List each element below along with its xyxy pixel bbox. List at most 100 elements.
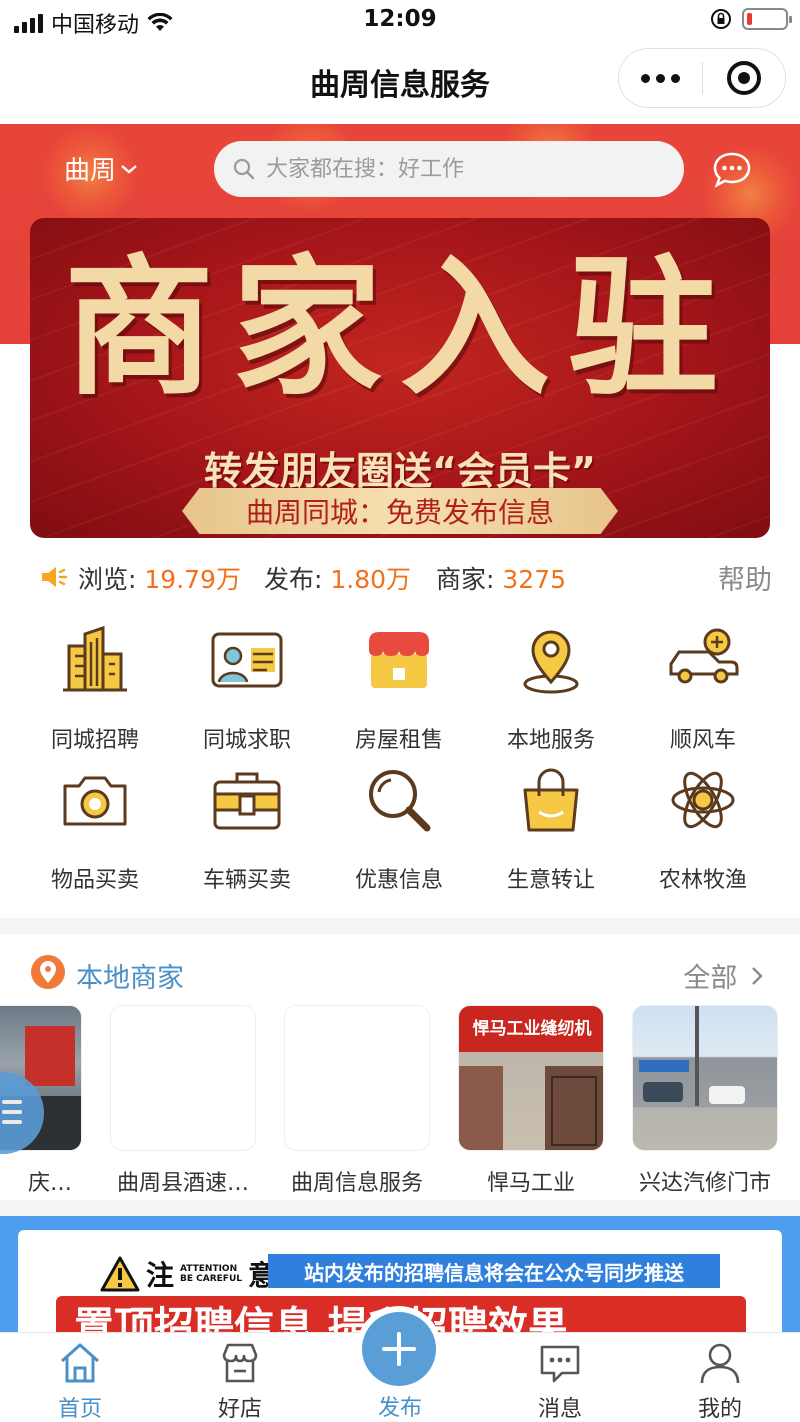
- category-housing[interactable]: 房屋租售: [323, 620, 475, 754]
- chat-bubble-icon: [713, 152, 751, 188]
- shopping-bag-icon: [523, 768, 579, 832]
- orientation-lock-icon: [711, 9, 731, 29]
- merchant-photo: [632, 1005, 778, 1151]
- store-icon: [222, 1343, 258, 1383]
- category-business-transfer[interactable]: 生意转让: [475, 760, 627, 894]
- merchant-carousel[interactable]: 庆… 曲周县酒速… 曲周信息服务 悍马工业缝纫机 悍马工业 兴达汽修门市: [0, 1005, 800, 1195]
- merchant-card[interactable]: 兴达汽修门市: [632, 1005, 778, 1195]
- merchant-name: 曲周信息服务: [290, 1171, 423, 1195]
- attention-english: ATTENTION BE CAREFUL: [180, 1264, 242, 1284]
- stat-merchants: 商家: 3275: [436, 560, 566, 596]
- category-local-service[interactable]: 本地服务: [475, 620, 627, 754]
- publish-button[interactable]: [362, 1312, 436, 1386]
- local-merchants-title: 本地商家: [76, 963, 184, 994]
- category-label: 同城招聘: [50, 728, 139, 753]
- shop-icon: [369, 632, 429, 688]
- promo-banner[interactable]: 商家入驻 转发朋友圈送“会员卡” 曲周同城：免费发布信息: [30, 218, 770, 538]
- shop-sign: 悍马工业缝纫机: [459, 1006, 603, 1052]
- tab-label: 消息: [537, 1397, 582, 1422]
- chevron-right-icon: [752, 967, 763, 985]
- tab-label: 首页: [57, 1397, 102, 1422]
- battery-icon: [742, 8, 792, 30]
- category-recruit[interactable]: 同城招聘: [19, 620, 171, 754]
- tab-label: 我的: [697, 1397, 742, 1422]
- search-bar[interactable]: [214, 141, 684, 197]
- stat-views-label: 浏览:: [78, 565, 137, 594]
- category-label: 物品买卖: [50, 868, 139, 893]
- section-divider: [0, 1200, 800, 1216]
- stat-posts-value: 1.80万: [330, 565, 412, 594]
- chat-button[interactable]: [712, 151, 752, 193]
- category-label: 优惠信息: [354, 868, 443, 893]
- warning-icon: [100, 1256, 140, 1292]
- category-deals[interactable]: 优惠信息: [323, 760, 475, 894]
- tab-home[interactable]: 首页: [20, 1339, 140, 1422]
- more-menu-button[interactable]: [619, 49, 702, 107]
- user-icon: [700, 1343, 740, 1384]
- message-icon: [540, 1345, 580, 1383]
- merchant-card[interactable]: 曲周信息服务: [284, 1005, 430, 1195]
- tab-messages[interactable]: 消息: [500, 1339, 620, 1422]
- chevron-down-icon: [121, 164, 137, 174]
- target-icon: [726, 61, 761, 95]
- local-merchants-header: 本地商家 全部: [0, 946, 800, 1002]
- category-goods[interactable]: 物品买卖: [19, 760, 171, 894]
- search-icon: [233, 158, 255, 180]
- merchant-name: 庆…: [27, 1171, 72, 1195]
- speaker-icon: [42, 567, 68, 587]
- publish-label: 发布: [377, 1396, 422, 1421]
- category-label: 房屋租售: [354, 728, 443, 753]
- category-label: 本地服务: [506, 728, 595, 753]
- stat-views: 浏览: 19.79万: [78, 560, 241, 596]
- close-miniprogram-button[interactable]: [703, 49, 785, 107]
- view-all-merchants-link[interactable]: 全部: [683, 956, 764, 995]
- category-job-seeking[interactable]: 同城求职: [171, 620, 323, 754]
- stat-views-value: 19.79万: [144, 565, 241, 594]
- category-vehicles[interactable]: 车辆买卖: [171, 760, 323, 894]
- car-icon: [669, 628, 739, 684]
- home-icon: [61, 1343, 99, 1383]
- nav-bar: 曲周信息服务: [0, 40, 800, 124]
- category-label: 农林牧渔: [658, 868, 747, 893]
- city-selector[interactable]: 曲周: [64, 150, 138, 187]
- stat-merchants-value: 3275: [502, 565, 567, 594]
- city-label: 曲周: [64, 156, 117, 186]
- atom-icon: [671, 771, 735, 829]
- help-link[interactable]: 帮助: [718, 558, 772, 597]
- magnifier-icon: [369, 770, 431, 832]
- attention-label: 注 ATTENTION BE CAREFUL 意: [100, 1254, 276, 1294]
- category-agriculture[interactable]: 农林牧渔: [627, 760, 779, 894]
- attention-word: ATTENTION: [180, 1264, 238, 1274]
- tab-label: 好店: [217, 1397, 262, 1422]
- banner-title: 商家入驻: [63, 240, 736, 416]
- buildings-icon: [63, 625, 127, 692]
- stat-posts-label: 发布:: [264, 565, 323, 594]
- merchant-photo: [284, 1005, 430, 1151]
- stat-merchants-label: 商家:: [436, 565, 495, 594]
- merchant-name: 兴达汽修门市: [638, 1171, 771, 1195]
- view-all-label: 全部: [683, 963, 738, 994]
- plus-icon: [382, 1332, 416, 1366]
- category-label: 生意转让: [506, 868, 595, 893]
- banner-subtitle: 转发朋友圈送“会员卡”: [204, 449, 596, 493]
- banner-ribbon: 曲周同城：免费发布信息: [182, 488, 618, 534]
- briefcase-icon: [213, 772, 281, 830]
- merchant-card[interactable]: 悍马工业缝纫机 悍马工业: [458, 1005, 604, 1195]
- miniprogram-capsule: [618, 48, 786, 108]
- category-label: 同城求职: [202, 728, 291, 753]
- tab-profile[interactable]: 我的: [660, 1339, 780, 1422]
- location-marker-icon: [31, 955, 65, 989]
- category-label: 顺风车: [669, 728, 736, 753]
- status-time: 12:09: [363, 6, 437, 32]
- attention-char-1: 注: [146, 1259, 175, 1292]
- stats-bar: 浏览: 19.79万 发布: 1.80万 商家: 3275 帮助: [0, 548, 800, 604]
- merchant-card[interactable]: 曲周县酒速…: [110, 1005, 256, 1195]
- category-label: 车辆买卖: [202, 868, 291, 893]
- category-carpool[interactable]: 顺风车: [627, 620, 779, 754]
- merchant-name: 曲周县酒速…: [116, 1171, 249, 1195]
- tab-stores[interactable]: 好店: [180, 1339, 300, 1422]
- location-pin-icon: [523, 630, 579, 694]
- search-input[interactable]: [266, 156, 666, 182]
- notice-banner-text: 站内发布的招聘信息将会在公众号同步推送: [268, 1254, 720, 1288]
- status-bar: 中国移动 12:09: [0, 0, 800, 40]
